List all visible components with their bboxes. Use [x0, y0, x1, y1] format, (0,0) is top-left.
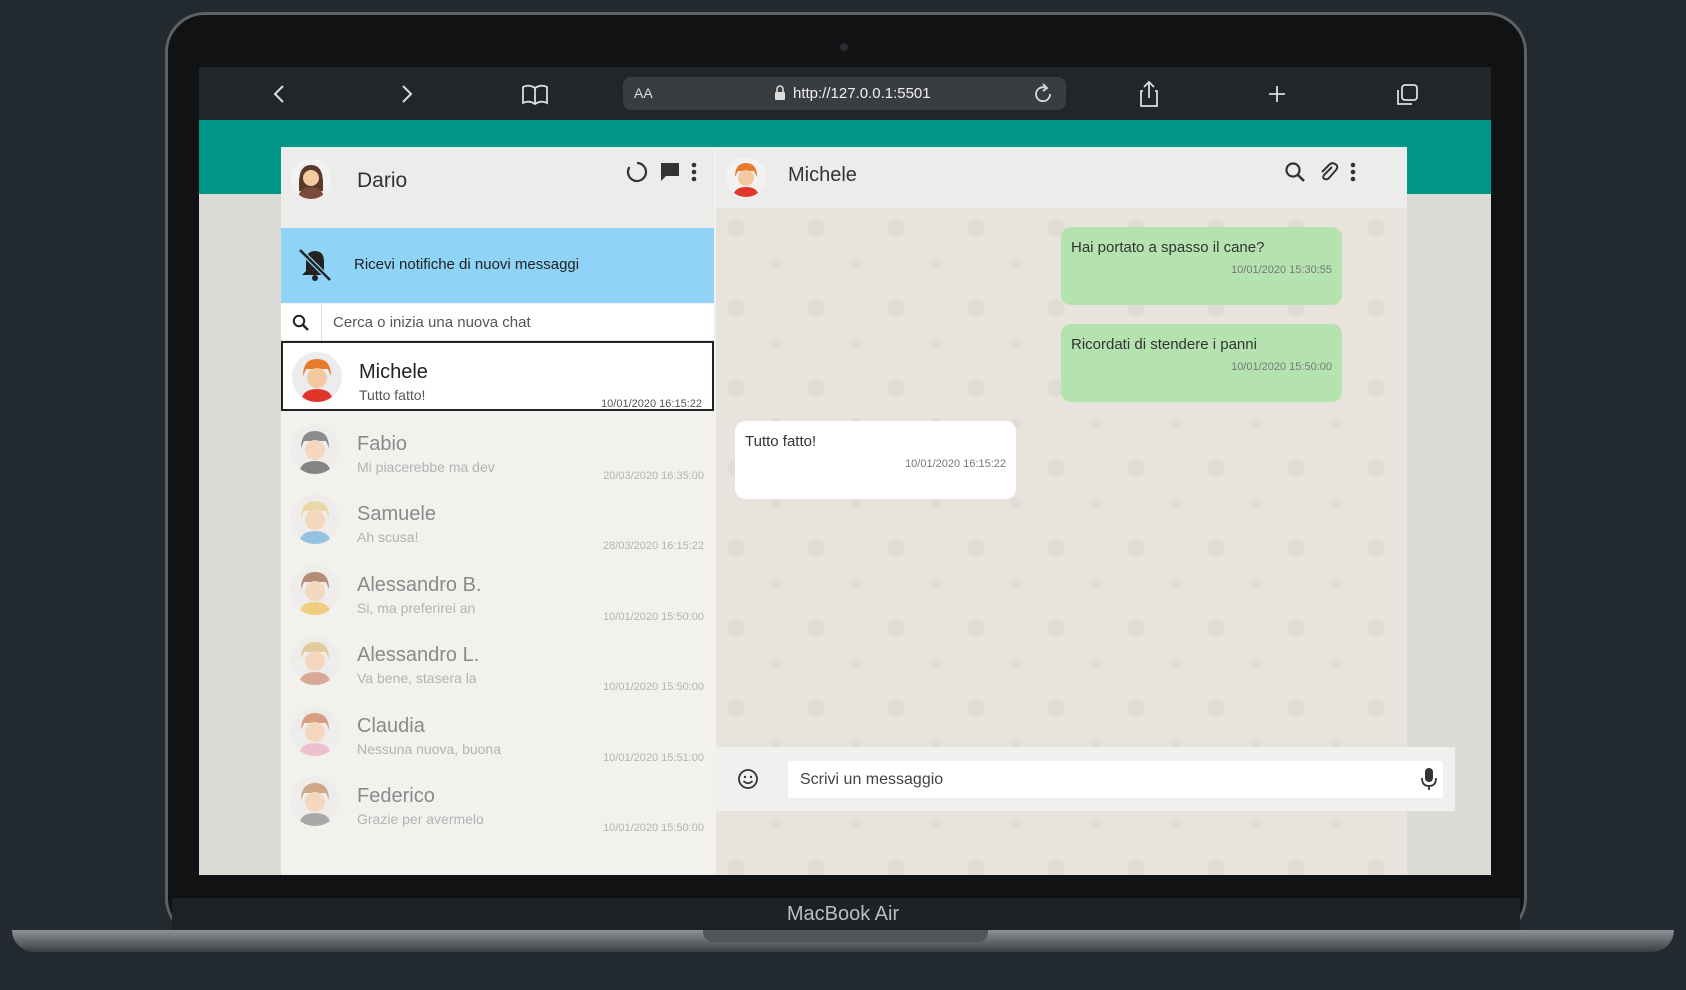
- chat-menu-icon[interactable]: [1350, 161, 1356, 183]
- contact-item[interactable]: Federico Grazie per avermelo 10/01/2020 15…: [281, 767, 714, 835]
- device-label: MacBook Air: [786, 903, 900, 925]
- contact-name: Alessandro B.: [357, 573, 482, 596]
- contact-time: 10/01/2020 15:50:00: [603, 822, 704, 834]
- contact-item[interactable]: Samuele Ah scusa! 28/03/2020 16:15:22: [281, 485, 714, 553]
- notification-banner[interactable]: Ricevi notifiche di nuovi messaggi: [281, 228, 714, 303]
- message-input[interactable]: Scrivi un messaggio: [788, 761, 1443, 798]
- search-input[interactable]: Cerca o inizia una nuova chat: [333, 314, 531, 331]
- contact-preview: Tutto fatto!: [359, 387, 426, 403]
- tabs-icon[interactable]: [1387, 79, 1427, 109]
- contact-time: 10/01/2020 15:50:00: [603, 681, 704, 693]
- whatsapp-app: Dario Ricevi notifiche di nuovi messaggi: [281, 147, 1455, 875]
- search-bar: Cerca o inizia una nuova chat: [281, 304, 714, 341]
- contact-name: Fabio: [357, 432, 408, 455]
- contact-item[interactable]: Claudia Nessuna nuova, buona 10/01/2020 15…: [281, 697, 714, 765]
- contact-preview: Si, ma preferirei an: [357, 599, 476, 616]
- message-composer: Scrivi un messaggio: [716, 747, 1455, 811]
- menu-icon[interactable]: [691, 161, 697, 183]
- browser-toolbar: AA http://127.0.0.1:5501: [199, 67, 1491, 120]
- contact-time: 10/01/2020 15:50:00: [603, 610, 704, 623]
- laptop-hinge: [703, 930, 988, 942]
- emoji-icon[interactable]: [737, 768, 759, 790]
- message-text: Tutto fatto!: [745, 433, 817, 450]
- lock-icon: [774, 85, 786, 101]
- new-chat-icon[interactable]: [659, 161, 681, 183]
- message-text: Ricordati di stendere i panni: [1071, 336, 1257, 353]
- contact-item[interactable]: Alessandro L. Va bene, stasera la 10/01/20…: [281, 626, 714, 694]
- contact-time: 20/03/2020 16:35:00: [603, 469, 704, 482]
- message-time: 10/01/2020 16:15:22: [905, 458, 1006, 470]
- contact-name: Alessandro L.: [357, 644, 480, 666]
- bell-off-icon: [295, 245, 335, 285]
- contact-preview: Va bene, stasera la: [357, 670, 477, 686]
- webcam: [840, 43, 848, 51]
- contact-item[interactable]: Michele Tutto fatto! 10/01/2020 16:15:22: [281, 341, 714, 411]
- contact-item[interactable]: Alessandro B. Si, ma preferirei an 10/01/2…: [281, 556, 714, 624]
- contact-name: Michele: [359, 361, 428, 383]
- contact-name: Claudia: [357, 714, 425, 737]
- url-text[interactable]: http://127.0.0.1:5501: [793, 85, 931, 102]
- bookmarks-icon[interactable]: [515, 79, 555, 109]
- notification-text: Ricevi notifiche di nuovi messaggi: [354, 256, 580, 273]
- message-text: Hai portato a spasso il cane?: [1071, 239, 1265, 256]
- search-divider: [321, 304, 322, 341]
- message-bubble-received[interactable]: Tutto fatto! 10/01/2020 16:15:22: [735, 421, 1016, 499]
- contact-name: Samuele: [357, 503, 436, 525]
- user-name: Dario: [357, 169, 408, 192]
- contact-preview: Grazie per avermelo: [357, 811, 484, 827]
- sidebar-header: Dario: [281, 147, 714, 227]
- contact-time: 10/01/2020 16:15:22: [601, 398, 702, 410]
- message-bubble-sent[interactable]: Ricordati di stendere i panni 10/01/2020…: [1061, 324, 1342, 402]
- user-avatar[interactable]: [291, 159, 331, 199]
- status-icon[interactable]: [626, 161, 648, 183]
- back-icon[interactable]: [259, 79, 299, 109]
- search-chat-icon[interactable]: [1284, 161, 1306, 183]
- contact-avatar[interactable]: [290, 705, 340, 756]
- message-bubble-sent[interactable]: Hai portato a spasso il cane? 10/01/2020…: [1061, 227, 1342, 305]
- chat-contact-name: Michele: [788, 164, 857, 186]
- contact-avatar[interactable]: [292, 352, 342, 402]
- attach-icon[interactable]: [1317, 161, 1339, 183]
- contact-avatar[interactable]: [726, 157, 766, 197]
- reload-icon[interactable]: [1023, 79, 1063, 109]
- screen: AA http://127.0.0.1:5501 Dario Ricevi no…: [199, 67, 1491, 875]
- contact-preview: Ah scusa!: [357, 529, 419, 545]
- contact-preview: Mi piacerebbe ma dev: [357, 458, 495, 475]
- contact-avatar[interactable]: [290, 494, 340, 544]
- contact-avatar[interactable]: [290, 423, 340, 474]
- message-time: 10/01/2020 15:50:00: [1231, 361, 1332, 373]
- contact-item[interactable]: Fabio Mi piacerebbe ma dev 20/03/2020 16:3…: [281, 415, 714, 483]
- contact-name: Federico: [357, 785, 435, 807]
- contact-time: 28/03/2020 16:15:22: [603, 540, 704, 552]
- search-icon[interactable]: [292, 314, 310, 332]
- message-time: 10/01/2020 15:30:55: [1231, 264, 1332, 276]
- contact-avatar[interactable]: [290, 635, 340, 685]
- microphone-icon[interactable]: [1421, 767, 1437, 791]
- contact-avatar[interactable]: [290, 776, 340, 826]
- contact-list: Michele Tutto fatto! 10/01/2020 16:15:22 Fa…: [281, 341, 714, 875]
- contact-time: 10/01/2020 15:51:00: [603, 751, 704, 764]
- chat-header: Michele: [716, 147, 1407, 208]
- contact-avatar[interactable]: [290, 564, 340, 615]
- contact-preview: Nessuna nuova, buona: [357, 740, 501, 757]
- text-size-button[interactable]: AA: [634, 85, 653, 101]
- new-tab-icon[interactable]: [1257, 79, 1297, 109]
- share-icon[interactable]: [1129, 79, 1169, 109]
- forward-icon[interactable]: [387, 79, 427, 109]
